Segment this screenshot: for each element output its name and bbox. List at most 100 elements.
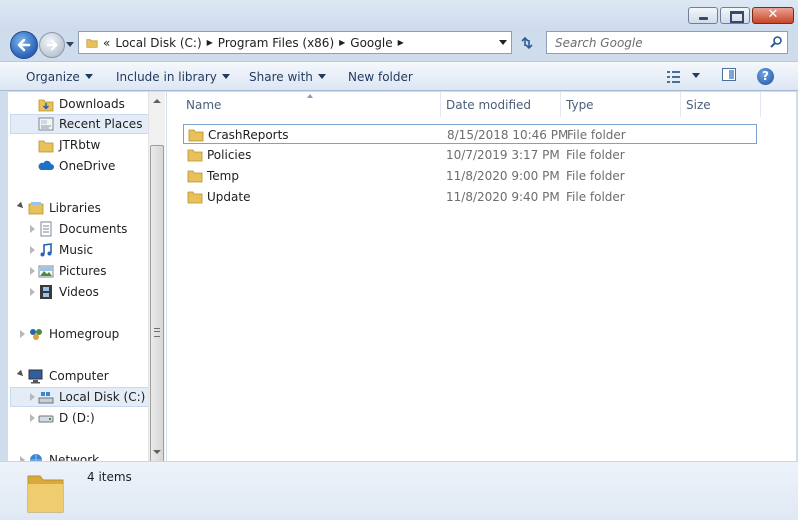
breadcrumb-program-files[interactable]: Program Files (x86) xyxy=(218,36,334,50)
chevron-down-icon xyxy=(221,74,230,79)
file-row-policies[interactable]: Policies 10/7/2019 3:17 PM File folder xyxy=(183,145,757,165)
minimize-icon xyxy=(699,17,708,20)
file-row-crashreports[interactable]: CrashReports 8/15/2018 10:46 PM File fol… xyxy=(183,124,757,144)
back-button[interactable] xyxy=(10,31,38,59)
drive-icon xyxy=(38,415,54,423)
share-with-label: Share with xyxy=(249,70,313,84)
nav-label: Libraries xyxy=(49,201,101,215)
file-row-update[interactable]: Update 11/8/2020 9:40 PM File folder xyxy=(183,187,757,207)
file-name: Update xyxy=(207,190,251,204)
nav-item-recent-places[interactable]: Recent Places xyxy=(10,114,150,134)
breadcrumb-separator-icon[interactable]: ▶ xyxy=(207,38,213,47)
folder-icon xyxy=(187,191,203,204)
collapsed-chevron-icon[interactable] xyxy=(30,267,35,275)
organize-menu[interactable]: Organize xyxy=(26,70,93,84)
new-folder-button[interactable]: New folder xyxy=(348,70,413,84)
recent-pages-dropdown[interactable] xyxy=(66,42,74,47)
nav-label: Local Disk (C:) xyxy=(59,390,146,404)
refresh-button[interactable] xyxy=(515,32,539,54)
search-input[interactable] xyxy=(553,35,757,51)
navigation-scrollbar[interactable] xyxy=(148,92,165,501)
collapsed-chevron-icon[interactable] xyxy=(30,246,35,254)
breadcrumb-local-disk[interactable]: Local Disk (C:) xyxy=(115,36,201,50)
grip-icon xyxy=(154,328,160,337)
item-count: 4 items xyxy=(87,470,132,484)
column-header-date-modified[interactable]: Date modified xyxy=(440,92,560,117)
arrow-left-icon xyxy=(17,38,31,52)
file-date: 11/8/2020 9:40 PM xyxy=(446,190,560,204)
nav-label: Music xyxy=(59,243,94,257)
search-box[interactable] xyxy=(546,31,788,54)
nav-label: Homegroup xyxy=(49,327,120,341)
collapsed-chevron-icon[interactable] xyxy=(20,330,25,338)
view-options-dropdown[interactable] xyxy=(692,73,700,78)
documents-icon xyxy=(40,221,52,237)
nav-item-computer[interactable]: Computer xyxy=(28,366,109,386)
breadcrumb-google[interactable]: Google xyxy=(350,36,392,50)
network-icon xyxy=(30,454,42,461)
file-name: Temp xyxy=(207,169,239,183)
music-note-icon xyxy=(40,243,52,257)
nav-label: Downloads xyxy=(59,97,125,111)
nav-item-onedrive[interactable]: OneDrive xyxy=(38,156,115,176)
breadcrumb-separator-icon[interactable]: ▶ xyxy=(339,38,345,47)
close-button[interactable]: ✕ xyxy=(752,7,794,24)
downloads-folder-icon xyxy=(38,99,54,112)
address-history-dropdown[interactable] xyxy=(499,40,507,45)
expanded-chevron-icon[interactable] xyxy=(16,201,26,211)
nav-item-pictures[interactable]: Pictures xyxy=(38,261,107,281)
nav-item-music[interactable]: Music xyxy=(38,240,93,260)
help-icon[interactable]: ? xyxy=(757,68,774,85)
recent-places-icon xyxy=(38,117,54,131)
maximize-icon xyxy=(730,11,744,23)
file-row-temp[interactable]: Temp 11/8/2020 9:00 PM File folder xyxy=(183,166,757,186)
forward-button[interactable] xyxy=(39,32,65,58)
search-icon[interactable] xyxy=(769,35,783,49)
nav-item-downloads[interactable]: Downloads xyxy=(38,94,125,114)
change-view-icon[interactable] xyxy=(667,71,683,83)
scrollbar-thumb[interactable] xyxy=(150,145,164,501)
nav-item-jtrbtw[interactable]: JTRbtw xyxy=(38,135,100,155)
preview-pane-icon[interactable] xyxy=(722,68,736,81)
chevron-down-icon xyxy=(84,74,93,79)
nav-item-documents[interactable]: Documents xyxy=(38,219,127,239)
nav-item-libraries[interactable]: Libraries xyxy=(28,198,101,218)
nav-label: OneDrive xyxy=(59,159,116,173)
column-header-name[interactable]: Name xyxy=(180,92,440,117)
window-controls: ✕ xyxy=(686,7,794,24)
scroll-up-arrow-icon[interactable] xyxy=(153,99,161,103)
address-bar[interactable]: « Local Disk (C:) ▶ Program Files (x86) … xyxy=(78,31,512,54)
scroll-down-arrow-icon[interactable] xyxy=(153,450,161,454)
nav-label: Recent Places xyxy=(59,117,143,131)
nav-label: Network xyxy=(49,453,100,461)
file-type: File folder xyxy=(567,128,626,142)
nav-label: Computer xyxy=(49,369,109,383)
column-divider[interactable] xyxy=(760,92,761,117)
chevron-down-icon xyxy=(317,74,326,79)
homegroup-icon xyxy=(30,329,42,340)
file-type: File folder xyxy=(566,190,625,204)
breadcrumb-overflow[interactable]: « xyxy=(103,36,110,50)
nav-item-videos[interactable]: Videos xyxy=(38,282,99,302)
column-header-size[interactable]: Size xyxy=(680,92,760,117)
videos-film-icon xyxy=(40,285,52,299)
minimize-button[interactable] xyxy=(688,7,718,24)
local-disk-icon xyxy=(38,392,54,404)
share-with-menu[interactable]: Share with xyxy=(249,70,326,84)
onedrive-cloud-icon xyxy=(38,160,54,170)
collapsed-chevron-icon[interactable] xyxy=(30,288,35,296)
large-folder-icon xyxy=(27,475,64,513)
include-in-library-menu[interactable]: Include in library xyxy=(116,70,230,84)
expanded-chevron-icon[interactable] xyxy=(16,369,26,379)
maximize-button[interactable] xyxy=(720,7,750,24)
collapsed-chevron-icon[interactable] xyxy=(30,225,35,233)
collapsed-chevron-icon[interactable] xyxy=(30,393,35,401)
details-pane: 4 items xyxy=(0,461,798,520)
nav-item-d-drive[interactable]: D (D:) xyxy=(38,408,95,428)
column-header-type[interactable]: Type xyxy=(560,92,680,117)
breadcrumb-separator-icon[interactable]: ▶ xyxy=(398,38,404,47)
nav-item-network[interactable]: Network xyxy=(28,450,99,461)
folder-icon xyxy=(86,38,98,48)
collapsed-chevron-icon[interactable] xyxy=(30,414,35,422)
nav-item-homegroup[interactable]: Homegroup xyxy=(28,324,119,344)
